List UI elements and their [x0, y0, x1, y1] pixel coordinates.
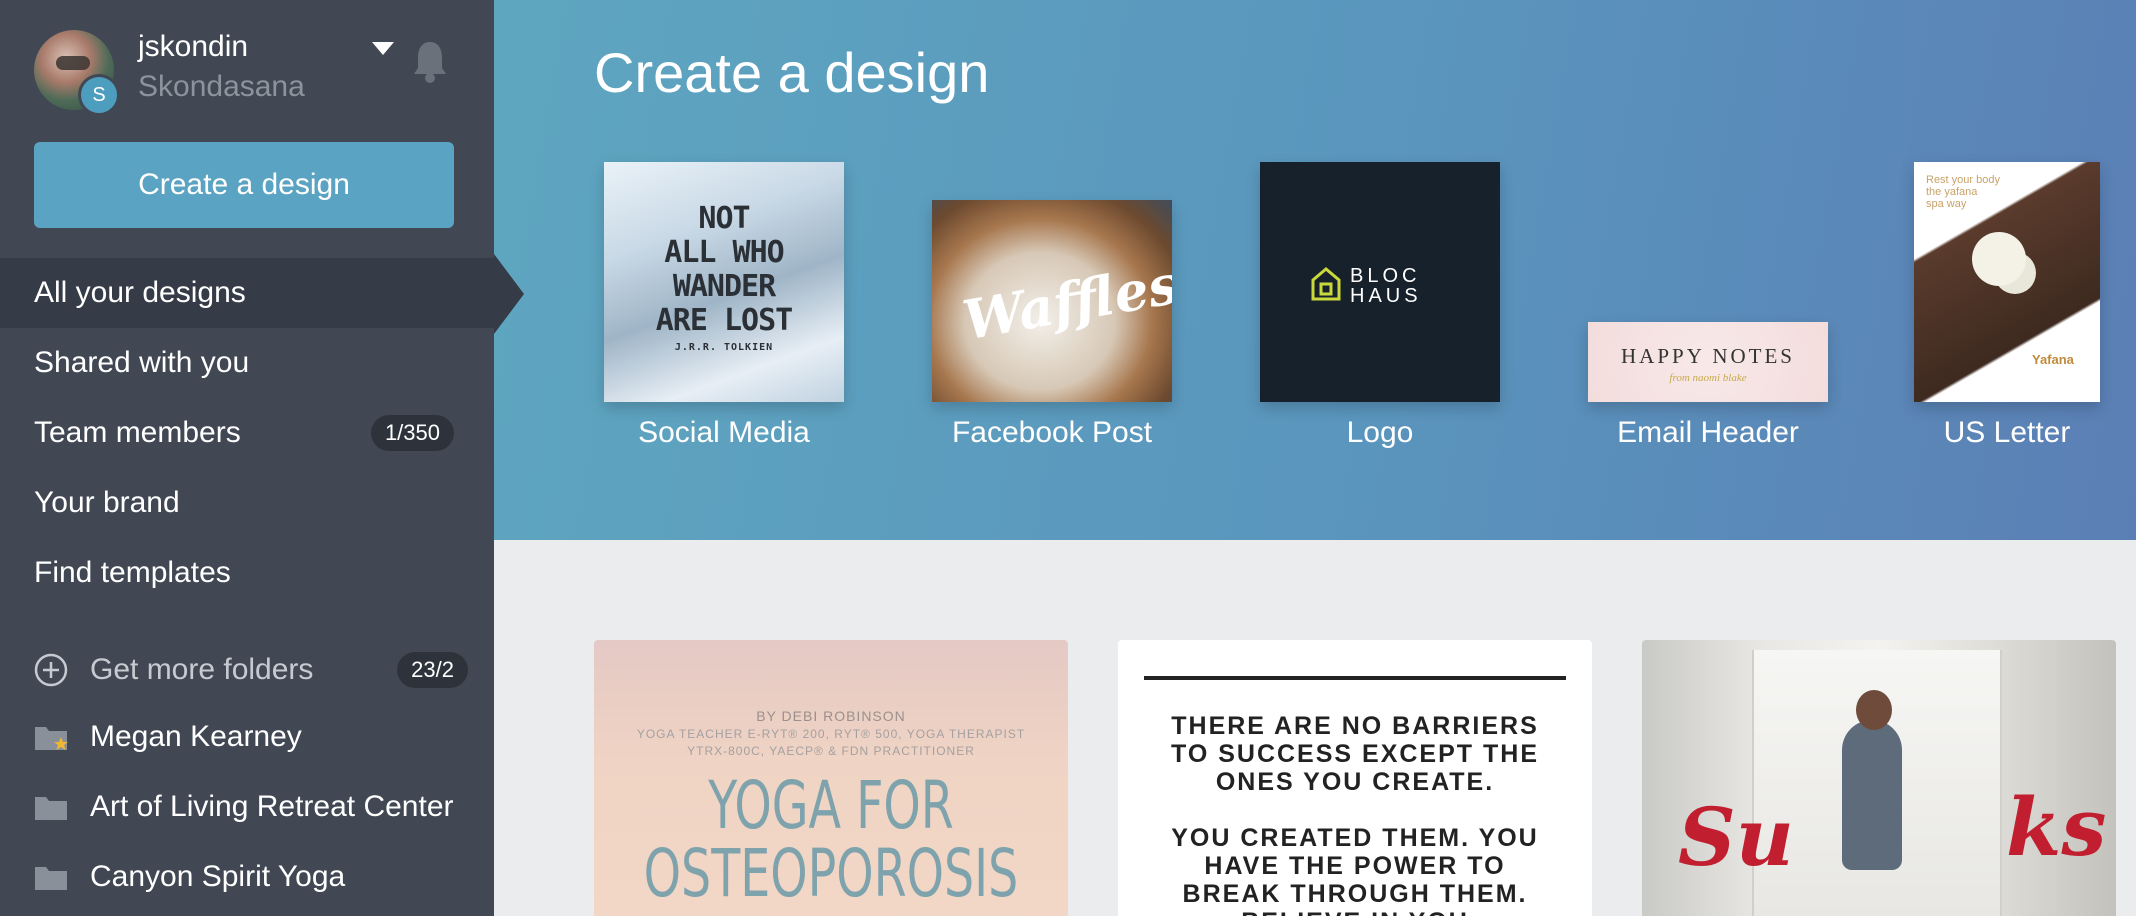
- design-card[interactable]: BY DEBI ROBINSON YOGA TEACHER E-RYT® 200…: [594, 640, 1068, 916]
- thumb-title: HAPPY NOTES: [1621, 344, 1795, 368]
- team-members-count-badge: 1/350: [370, 415, 454, 451]
- design-byline: BY DEBI ROBINSON: [756, 708, 906, 724]
- thumb-brand: Yafana: [2032, 352, 2074, 367]
- quote-line: YOU CREATED THEM. YOU: [1171, 824, 1539, 852]
- template-thumbnail-logo[interactable]: BLOC HAUS: [1260, 162, 1500, 402]
- logo-line: HAUS: [1350, 285, 1422, 307]
- template-thumbnail-us-letter[interactable]: Rest your body the yafana spa way Yafana: [1914, 162, 2100, 402]
- design-credit: YTRX-800C, YAECP® & FDN PRACTITIONER: [687, 744, 975, 758]
- nav-label: All your designs: [34, 276, 246, 309]
- thumb-line: ALL WHO: [664, 235, 784, 270]
- template-label: US Letter: [1943, 416, 2071, 449]
- thumb-author: J.R.R. TOLKIEN: [674, 342, 774, 353]
- design-card[interactable]: THERE ARE NO BARRIERS TO SUCCESS EXCEPT …: [1118, 640, 1592, 916]
- banner-title: Create a design: [594, 41, 990, 104]
- team-avatar-badge: S: [78, 74, 120, 116]
- design-credit: YOGA TEACHER E-RYT® 200, RYT® 500, YOGA …: [636, 727, 1026, 741]
- thumb-line: WANDER: [672, 269, 776, 304]
- thumb-line: spa way: [1926, 198, 1967, 210]
- quote-line: BREAK THROUGH THEM.: [1182, 880, 1528, 908]
- thumb-line: ARE LOST: [655, 303, 794, 338]
- quote-line: THERE ARE NO BARRIERS: [1171, 712, 1539, 740]
- logo-line: BLOC: [1350, 265, 1421, 287]
- bell-icon[interactable]: [410, 38, 450, 84]
- thumb-subtitle: from naomi blake: [1669, 372, 1747, 384]
- folder-icon: [35, 797, 67, 820]
- design-card[interactable]: Su ks: [1642, 640, 2116, 916]
- template-label: Logo: [1346, 416, 1414, 449]
- quote-line: TO SUCCESS EXCEPT THE: [1171, 740, 1539, 768]
- folder-label: Canyon Spirit Yoga: [90, 860, 346, 893]
- quote-line: [1118, 796, 1592, 824]
- overlay-text-left: Su: [1678, 790, 1794, 884]
- folder-item[interactable]: Canyon Spirit Yoga: [34, 847, 474, 907]
- thumb-line: the yafana: [1926, 186, 1978, 198]
- active-nav-pointer: [494, 254, 524, 334]
- thumb-line: Rest your body: [1926, 174, 2000, 186]
- get-more-folders-link[interactable]: Get more folders 23/2: [34, 640, 474, 700]
- username: jskondin: [138, 30, 249, 63]
- template-thumbnail-facebook-post[interactable]: Waffles: [932, 200, 1172, 402]
- nav-team-members[interactable]: Team members 1/350: [0, 398, 494, 468]
- template-thumbnail-email-header[interactable]: HAPPY NOTES from naomi blake: [1588, 322, 1828, 402]
- template-thumbnail-social-media[interactable]: NOT ALL WHO WANDER ARE LOST J.R.R. TOLKI…: [604, 162, 844, 402]
- nav-label: Find templates: [34, 556, 231, 589]
- folder-item[interactable]: Art of Living Retreat Center: [34, 777, 474, 837]
- nav-label: Team members: [34, 416, 241, 449]
- person-figure: [1842, 720, 1902, 870]
- house-icon: [1311, 267, 1341, 301]
- nav-label: Shared with you: [34, 346, 250, 379]
- thumb-line: NOT: [698, 201, 750, 236]
- template-label: Email Header: [1617, 416, 1799, 449]
- overlay-text-right: ks: [2006, 780, 2107, 874]
- divider-rule: [1144, 676, 1566, 680]
- nav-your-brand[interactable]: Your brand: [0, 468, 494, 538]
- create-design-banner: Create a design NOT ALL WHO WANDER ARE L…: [494, 0, 2136, 540]
- nav-label: Your brand: [34, 486, 180, 519]
- sidebar: S jskondin Skondasana Create a design Al…: [0, 0, 494, 916]
- account-switcher[interactable]: S jskondin Skondasana: [34, 30, 474, 120]
- get-more-folders-label: Get more folders: [90, 653, 314, 686]
- plus-circle-icon: [34, 653, 68, 687]
- template-label: Social Media: [638, 416, 810, 449]
- thumb-script-title: Waffles: [958, 251, 1172, 353]
- folders-count-badge: 23/2: [397, 652, 468, 688]
- chevron-down-icon[interactable]: [372, 42, 394, 55]
- folder-label: Megan Kearney: [90, 720, 302, 753]
- folder-item[interactable]: Megan Kearney: [34, 707, 474, 767]
- folder-label: Art of Living Retreat Center: [90, 790, 454, 823]
- folder-icon: [35, 867, 67, 890]
- quote-line: BELIEVE IN YOU: [1118, 908, 1592, 916]
- template-label: Facebook Post: [951, 416, 1153, 449]
- quote-line: ONES YOU CREATE.: [1215, 768, 1495, 796]
- nav-all-designs[interactable]: All your designs: [0, 258, 494, 328]
- create-design-button[interactable]: Create a design: [34, 142, 454, 228]
- team-name: Skondasana: [138, 70, 305, 103]
- design-title-line: YOGA FOR: [708, 767, 954, 844]
- design-title-line: OSTEOPOROSIS: [643, 835, 1019, 912]
- quote-line: HAVE THE POWER TO: [1204, 852, 1506, 880]
- nav-find-templates[interactable]: Find templates: [0, 538, 494, 608]
- folder-star-icon: [35, 727, 68, 750]
- nav-shared-with-you[interactable]: Shared with you: [0, 328, 494, 398]
